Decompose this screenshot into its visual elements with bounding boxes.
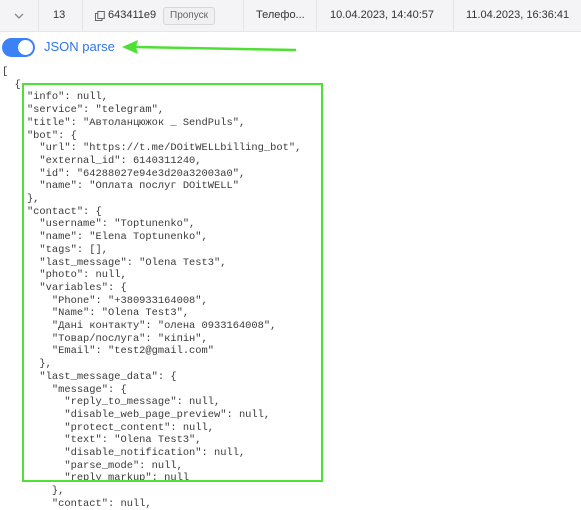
row-updated: 11.04.2023, 16:36:41: [466, 9, 570, 21]
row-channel: Телефо...: [256, 9, 305, 21]
json-line: {: [2, 78, 21, 91]
row-index: 13: [53, 9, 66, 21]
annotation-arrow-icon: [122, 40, 297, 54]
json-parse-toggle[interactable]: [2, 38, 35, 57]
json-parse-label[interactable]: JSON parse: [44, 39, 115, 54]
json-line: "contact": null,: [2, 497, 152, 510]
row-created: 10.04.2023, 14:40:57: [330, 9, 434, 21]
row-id: 643411e9: [108, 9, 157, 21]
chevron-down-icon[interactable]: [14, 11, 24, 21]
highlight-box: [22, 83, 323, 482]
copy-icon[interactable]: [95, 11, 105, 21]
json-line: },: [2, 485, 65, 498]
table-row[interactable]: 13 643411e9 Пропуск Телефо... 10.04.2023…: [0, 0, 581, 32]
toggle-knob: [18, 40, 33, 55]
json-line: [: [2, 66, 9, 78]
status-badge: Пропуск: [163, 7, 215, 25]
